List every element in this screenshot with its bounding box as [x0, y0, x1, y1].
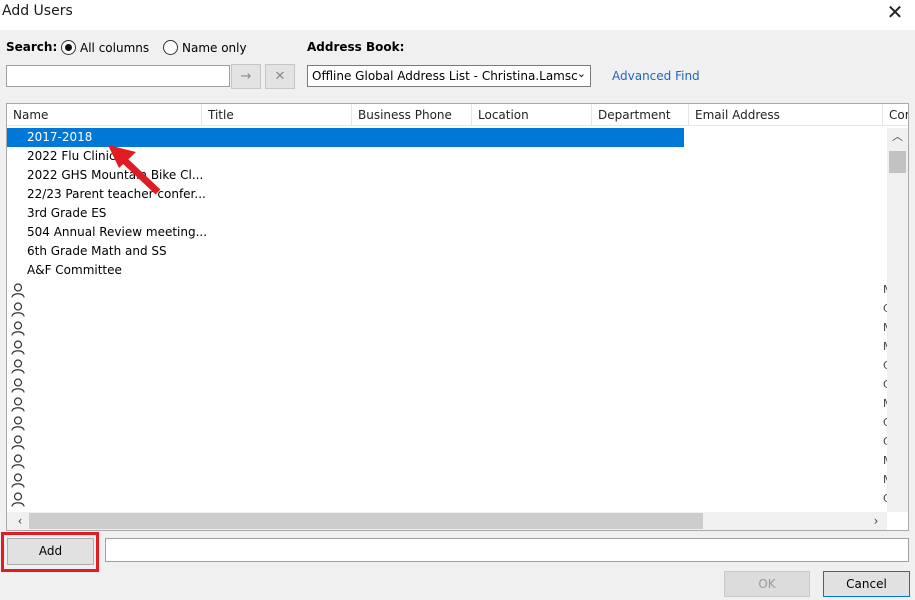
radio-selected-icon [61, 40, 76, 55]
list-item[interactable]: C [7, 432, 887, 451]
column-header-business-phone[interactable]: Business Phone [352, 104, 472, 126]
person-icon [11, 378, 25, 393]
list-item[interactable]: C [7, 413, 887, 432]
address-book-select[interactable]: Offline Global Address List - Christina.… [307, 65, 591, 87]
add-button[interactable]: Add [7, 538, 94, 565]
list-item-name: 2022 Flu Clinic [27, 149, 116, 163]
list-item[interactable]: 504 Annual Review meeting... [7, 223, 887, 242]
person-icon [11, 473, 25, 488]
person-icon [11, 302, 25, 317]
list-item[interactable]: A&F Committee [7, 261, 887, 280]
chevron-down-icon: ⌄ [576, 67, 586, 80]
person-icon [11, 397, 25, 412]
list-item[interactable]: C [7, 299, 887, 318]
list-item[interactable]: M [7, 318, 887, 337]
column-header-department[interactable]: Department [592, 104, 689, 126]
list-item-name: A&F Committee [27, 263, 122, 277]
clear-search-button[interactable]: ✕ [265, 64, 295, 89]
vertical-scroll-thumb[interactable] [889, 151, 906, 173]
list-item-name: 3rd Grade ES [27, 206, 107, 220]
list-item[interactable]: C [7, 375, 887, 394]
list-item-name: 504 Annual Review meeting... [27, 225, 208, 239]
radio-name-only[interactable]: Name only [163, 40, 247, 55]
scroll-right-icon[interactable]: › [867, 512, 885, 530]
horizontal-scrollbar[interactable]: ‹ › [7, 512, 887, 530]
column-header-company[interactable]: Cor [883, 104, 908, 126]
radio-all-columns[interactable]: All columns [61, 40, 149, 55]
person-icon [11, 321, 25, 336]
go-arrow-button[interactable]: → [231, 64, 261, 89]
horizontal-scroll-thumb[interactable] [29, 513, 703, 529]
person-icon [11, 435, 25, 450]
window-title: Add Users [2, 3, 73, 19]
list-item[interactable]: M [7, 470, 887, 489]
list-item-name: 2017-2018 [27, 130, 93, 144]
clear-icon: ✕ [274, 69, 286, 84]
person-icon [11, 340, 25, 355]
radio-all-columns-label: All columns [80, 40, 150, 55]
red-arrow-annotation-icon [108, 145, 161, 195]
title-bar: Add Users ✕ [0, 0, 915, 30]
address-book-label: Address Book: [307, 40, 405, 54]
list-item[interactable]: M [7, 337, 887, 356]
list-item[interactable]: C [7, 489, 887, 508]
close-icon[interactable]: ✕ [883, 1, 907, 25]
list-item[interactable]: C [7, 356, 887, 375]
scroll-left-icon[interactable]: ‹ [11, 512, 29, 530]
column-header-email-address[interactable]: Email Address [689, 104, 883, 126]
arrow-right-icon: → [240, 69, 252, 84]
list-item[interactable]: M [7, 394, 887, 413]
radio-name-only-label: Name only [182, 40, 247, 55]
ok-button[interactable]: OK [724, 571, 810, 597]
column-header-location[interactable]: Location [472, 104, 592, 126]
column-header-title[interactable]: Title [202, 104, 352, 126]
person-icon [11, 359, 25, 374]
person-icon [11, 283, 25, 298]
search-label: Search: [6, 40, 58, 54]
list-item[interactable]: M [7, 280, 887, 299]
vertical-scrollbar[interactable]: ︿ [887, 128, 908, 512]
search-input[interactable] [6, 65, 230, 87]
person-icon [11, 454, 25, 469]
cancel-button[interactable]: Cancel [823, 571, 910, 597]
add-recipients-field[interactable] [105, 538, 909, 562]
list-item-name: 6th Grade Math and SS [27, 244, 167, 258]
column-header-name[interactable]: Name [7, 104, 202, 126]
person-icon [11, 492, 25, 507]
list-item[interactable]: M [7, 451, 887, 470]
person-icon [11, 416, 25, 431]
radio-unselected-icon [163, 40, 178, 55]
column-header-row: Name Title Business Phone Location Depar… [7, 104, 908, 126]
scroll-up-icon[interactable]: ︿ [887, 128, 908, 146]
list-item[interactable]: 6th Grade Math and SS [7, 242, 887, 261]
advanced-find-link[interactable]: Advanced Find [612, 69, 700, 83]
address-book-value: Offline Global Address List - Christina.… [312, 69, 578, 83]
list-item[interactable]: 3rd Grade ES [7, 204, 887, 223]
